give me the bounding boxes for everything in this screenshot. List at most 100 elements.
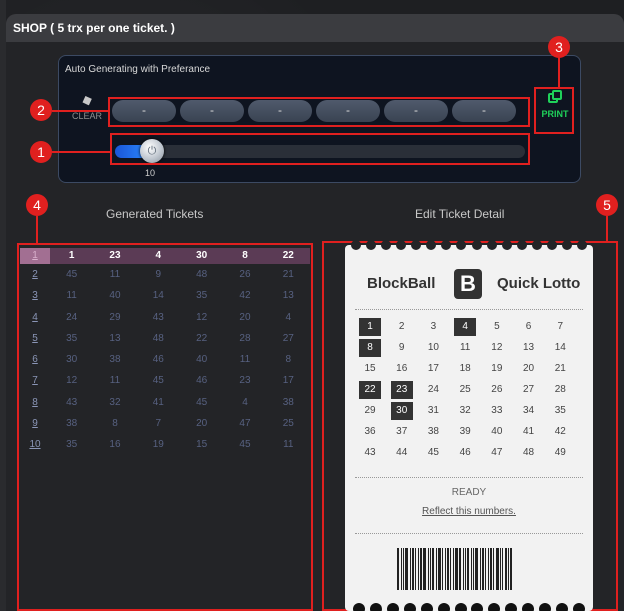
ticket-index-link[interactable]: 5 (20, 328, 50, 349)
ticket-index-link[interactable]: 9 (20, 413, 50, 434)
clear-button[interactable]: ◆ CLEAR (69, 91, 105, 121)
number-cell[interactable]: 6 (518, 318, 540, 336)
number-cell[interactable]: 16 (391, 360, 413, 378)
ticket-index-link[interactable]: 8 (20, 392, 50, 413)
number-cell[interactable]: 17 (422, 360, 444, 378)
reflect-numbers-link[interactable]: Reflect this numbers. (345, 506, 593, 517)
ticket-index-link[interactable]: 3 (20, 285, 50, 306)
number-cell[interactable]: 46 (454, 444, 476, 462)
number-cell[interactable]: 26 (486, 381, 508, 399)
number-cell[interactable]: 3 (422, 318, 444, 336)
ticket-number: 4 (285, 311, 292, 323)
ticket-row[interactable]: 8 43 32 41 45 4 38 (20, 392, 310, 413)
ticket-index-link[interactable]: 1 (20, 248, 50, 264)
preference-slot[interactable]: - (112, 100, 176, 122)
number-cell[interactable]: 37 (391, 423, 413, 441)
ticket-index-link[interactable]: 4 (20, 307, 50, 328)
number-cell[interactable]: 24 (422, 381, 444, 399)
ticket-bottom-perforation (353, 603, 585, 611)
number-cell[interactable]: 39 (454, 423, 476, 441)
number-cell[interactable]: 10 (422, 339, 444, 357)
ticket-index-link[interactable]: 2 (20, 264, 50, 285)
ticket-row[interactable]: 3 11 40 14 35 42 13 (20, 285, 310, 306)
number-cell[interactable]: 7 (549, 318, 571, 336)
ticket-number: 40 (196, 354, 208, 366)
preference-slot[interactable]: - (248, 100, 312, 122)
ticket-number: 22 (282, 250, 294, 261)
preference-slot[interactable]: - (452, 100, 516, 122)
barcode (397, 548, 541, 590)
preference-slot[interactable]: - (180, 100, 244, 122)
number-cell[interactable]: 29 (359, 402, 381, 420)
ticket-number: 8 (112, 418, 118, 430)
number-cell[interactable]: 40 (486, 423, 508, 441)
number-cell[interactable]: 21 (549, 360, 571, 378)
ticket-number: 23 (239, 375, 251, 387)
number-cell[interactable]: 14 (549, 339, 571, 357)
ticket-row[interactable]: 4 24 29 43 12 20 4 (20, 307, 310, 328)
number-cell[interactable]: 12 (486, 339, 508, 357)
ticket-number: 41 (152, 396, 164, 408)
number-cell[interactable]: 43 (359, 444, 381, 462)
ticket-index-link[interactable]: 10 (20, 434, 50, 455)
number-cell[interactable]: 31 (422, 402, 444, 420)
number-cell[interactable]: 45 (422, 444, 444, 462)
number-cell[interactable]: 47 (486, 444, 508, 462)
number-cell[interactable]: 33 (486, 402, 508, 420)
ticket-row[interactable]: 1 1 23 4 30 8 22 (20, 248, 310, 264)
number-cell[interactable]: 4 (454, 318, 477, 336)
number-cell[interactable]: 18 (454, 360, 476, 378)
marker-1: 1 (30, 141, 52, 163)
number-cell[interactable]: 22 (359, 381, 381, 399)
number-cell[interactable]: 30 (390, 402, 413, 420)
number-cell[interactable]: 34 (518, 402, 540, 420)
ticket-index-link[interactable]: 7 (20, 370, 50, 391)
number-cell[interactable]: 20 (518, 360, 540, 378)
ticket-row[interactable]: 7 12 11 45 46 23 17 (20, 370, 310, 391)
edit-ticket-heading: Edit Ticket Detail (415, 207, 505, 221)
ticket-number: 13 (109, 332, 121, 344)
number-cell[interactable]: 11 (454, 339, 476, 357)
ticket-number: 19 (152, 439, 164, 451)
ticket-row[interactable]: 2 45 11 9 48 26 21 (20, 264, 310, 285)
slider-thumb-power-icon[interactable]: ⏻ (140, 139, 164, 163)
number-cell[interactable]: 19 (486, 360, 508, 378)
ticket-number: 47 (239, 418, 251, 430)
preference-slot[interactable]: - (316, 100, 380, 122)
number-cell[interactable]: 5 (486, 318, 508, 336)
number-cell[interactable]: 44 (391, 444, 413, 462)
ticket-number: 12 (66, 375, 78, 387)
ticket-row[interactable]: 9 38 8 7 20 47 25 (20, 413, 310, 434)
number-cell[interactable]: 49 (549, 444, 571, 462)
ticket-row[interactable]: 5 35 13 48 22 28 27 (20, 328, 310, 349)
number-cell[interactable]: 15 (359, 360, 381, 378)
brand-product: Quick Lotto (497, 275, 581, 292)
number-cell[interactable]: 28 (549, 381, 571, 399)
print-button[interactable]: PRINT (535, 90, 575, 119)
ticket-index-link[interactable]: 6 (20, 349, 50, 370)
number-cell[interactable]: 48 (518, 444, 540, 462)
number-cell[interactable]: 13 (518, 339, 540, 357)
number-cell[interactable]: 8 (359, 339, 381, 357)
number-cell[interactable]: 9 (391, 339, 413, 357)
ticket-number: 46 (196, 375, 208, 387)
divider (355, 477, 583, 478)
ticket-row[interactable]: 10 35 16 19 15 45 11 (20, 434, 310, 455)
number-cell[interactable]: 27 (518, 381, 540, 399)
number-cell[interactable]: 35 (549, 402, 571, 420)
preference-slot[interactable]: - (384, 100, 448, 122)
number-cell[interactable]: 42 (549, 423, 571, 441)
ticket-number: 11 (109, 375, 121, 387)
number-cell[interactable]: 38 (422, 423, 444, 441)
number-cell[interactable]: 1 (359, 318, 381, 336)
ticket-number: 46 (152, 354, 164, 366)
number-cell[interactable]: 2 (391, 318, 413, 336)
ticket-count-slider[interactable]: ⏻ (115, 139, 525, 163)
number-cell[interactable]: 23 (390, 381, 413, 399)
preference-slots: - - - - - - (110, 100, 528, 124)
number-cell[interactable]: 36 (359, 423, 381, 441)
number-cell[interactable]: 32 (454, 402, 476, 420)
ticket-row[interactable]: 6 30 38 46 40 11 8 (20, 349, 310, 370)
number-cell[interactable]: 41 (518, 423, 540, 441)
number-cell[interactable]: 25 (454, 381, 476, 399)
